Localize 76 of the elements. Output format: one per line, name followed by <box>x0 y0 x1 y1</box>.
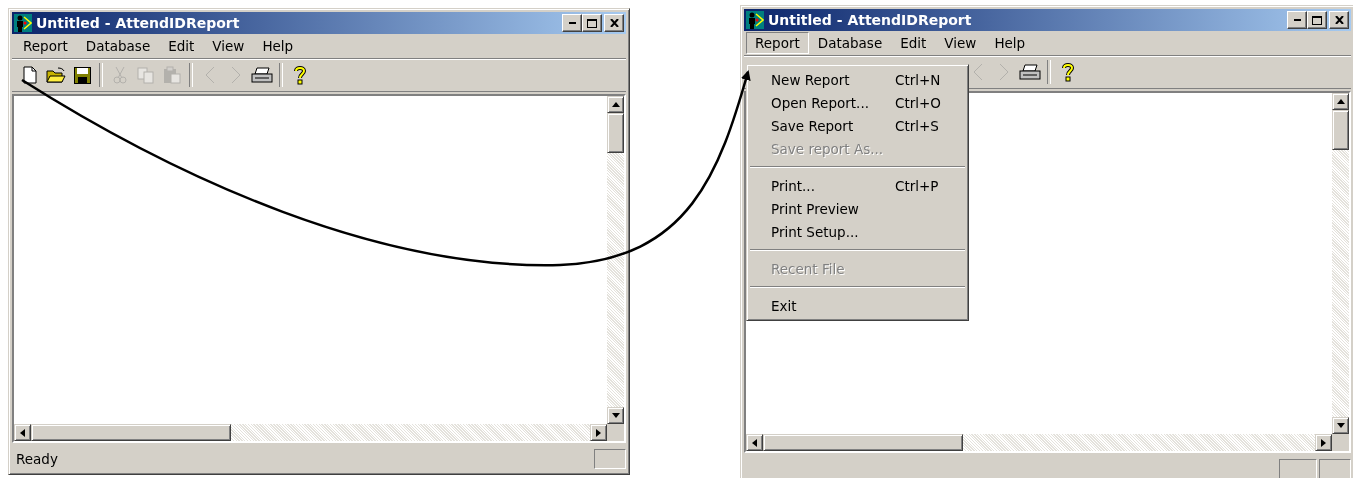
menu-item[interactable]: Database <box>76 35 160 57</box>
scroll-thumb[interactable] <box>1332 110 1349 150</box>
minimize-button[interactable] <box>562 14 582 32</box>
scroll-left-button[interactable] <box>14 424 31 441</box>
left-chevron-icon <box>205 66 215 84</box>
menu-item[interactable]: Database <box>808 32 892 54</box>
left-chevron-icon <box>973 63 983 81</box>
right-arrow-icon <box>596 428 601 437</box>
up-arrow-icon <box>611 102 620 107</box>
minimize-icon <box>568 22 576 24</box>
scissors-icon <box>113 66 127 84</box>
vertical-scrollbar[interactable] <box>1332 93 1349 434</box>
resize-grip[interactable] <box>1319 459 1351 478</box>
status-text: Ready <box>15 451 59 467</box>
menu-option[interactable]: Exit <box>749 294 966 317</box>
menu-option[interactable]: Open Report... Ctrl+O <box>749 91 966 114</box>
printer-icon <box>1019 63 1041 81</box>
window-title: Untitled - AttendIDReport <box>36 15 241 31</box>
down-arrow-icon <box>1336 423 1345 428</box>
menu-option[interactable]: Print... Ctrl+P <box>749 174 966 197</box>
right-chevron-icon <box>231 66 241 84</box>
right-arrow-icon <box>1321 438 1326 447</box>
menu-item[interactable]: Help <box>253 35 303 57</box>
close-icon <box>1334 16 1344 24</box>
folder-icon <box>46 67 66 83</box>
resize-grip[interactable] <box>594 449 626 469</box>
maximize-icon <box>587 18 597 28</box>
printer-icon <box>251 66 273 84</box>
left-arrow-icon <box>20 428 25 437</box>
scroll-right-button[interactable] <box>590 424 607 441</box>
right-chevron-icon <box>999 63 1009 81</box>
vertical-scrollbar[interactable] <box>607 96 624 424</box>
menu-item[interactable]: View <box>203 35 254 57</box>
app-logo-icon <box>14 14 32 32</box>
down-arrow-icon <box>611 413 620 418</box>
menu-item[interactable]: View <box>935 32 986 54</box>
maximize-button[interactable] <box>582 14 602 32</box>
horizontal-scrollbar[interactable] <box>746 434 1332 451</box>
help-icon <box>293 65 307 85</box>
horizontal-scrollbar[interactable] <box>14 424 607 441</box>
status-pane <box>1279 459 1317 478</box>
menu-option[interactable]: Print Preview <box>749 197 966 220</box>
maximize-icon <box>1312 15 1322 25</box>
minimize-icon <box>1293 19 1301 21</box>
left-arrow-icon <box>752 438 757 447</box>
scrollbar-corner <box>1332 434 1349 451</box>
menu-option[interactable]: Save Report Ctrl+S <box>749 114 966 137</box>
scroll-right-button[interactable] <box>1315 434 1332 451</box>
scroll-left-button[interactable] <box>746 434 763 451</box>
menu-option[interactable]: Print Setup... <box>749 220 966 243</box>
copy-icon <box>137 66 155 84</box>
menu-item[interactable]: Edit <box>159 35 204 57</box>
up-arrow-icon <box>1336 99 1345 104</box>
menu-option[interactable]: New Report Ctrl+N <box>749 68 966 91</box>
close-button[interactable] <box>1329 11 1349 29</box>
scroll-thumb[interactable] <box>31 424 231 441</box>
close-button[interactable] <box>604 14 624 32</box>
scroll-up-button[interactable] <box>607 96 624 113</box>
scrollbar-corner <box>607 424 624 441</box>
scroll-down-button[interactable] <box>607 407 624 424</box>
clipboard-icon <box>163 66 181 84</box>
maximize-button[interactable] <box>1307 11 1327 29</box>
scroll-down-button[interactable] <box>1332 417 1349 434</box>
help-icon <box>1061 62 1075 82</box>
menu-item[interactable]: Report <box>746 32 809 54</box>
close-icon <box>609 19 619 27</box>
scroll-up-button[interactable] <box>1332 93 1349 110</box>
menu-item[interactable]: Edit <box>891 32 936 54</box>
window-title: Untitled - AttendIDReport <box>768 12 973 28</box>
new-document-icon <box>23 66 37 84</box>
scroll-thumb[interactable] <box>607 113 624 153</box>
menu-item[interactable]: Help <box>985 32 1035 54</box>
scroll-thumb[interactable] <box>763 434 963 451</box>
minimize-button[interactable] <box>1287 11 1307 29</box>
menu-item[interactable]: Report <box>14 35 77 57</box>
app-logo-icon <box>746 11 764 29</box>
